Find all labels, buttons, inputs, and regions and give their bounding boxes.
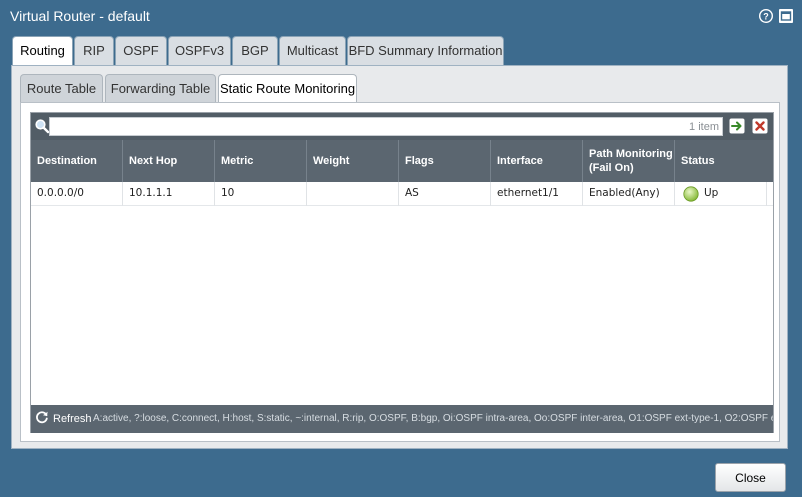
cell-path-monitoring: Enabled(Any) — [583, 182, 675, 206]
refresh-icon — [35, 410, 49, 429]
column-path-monitoring[interactable]: Path Monitoring (Fail On) — [583, 140, 675, 182]
title-bar: Virtual Router - default ? — [0, 0, 802, 32]
cell-interface: ethernet1/1 — [491, 182, 583, 206]
cell-flags: AS — [399, 182, 491, 206]
tab-bfd-summary[interactable]: BFD Summary Information — [347, 36, 504, 66]
column-status[interactable]: Status — [675, 140, 773, 182]
subtab-route-table[interactable]: Route Table — [20, 74, 103, 103]
tab-rip[interactable]: RIP — [74, 36, 114, 66]
column-destination[interactable]: Destination — [31, 140, 123, 182]
search-bar: 1 item — [31, 113, 773, 140]
window-title: Virtual Router - default — [10, 8, 150, 24]
table-header: Destination Next Hop Metric Weight Flags… — [31, 140, 773, 182]
tab-ospf[interactable]: OSPF — [115, 36, 167, 66]
subtab-static-route-monitoring[interactable]: Static Route Monitoring — [218, 74, 357, 104]
close-button[interactable]: Close — [715, 463, 786, 492]
item-count: 1 item — [689, 121, 719, 133]
apply-filter-icon[interactable] — [729, 118, 745, 134]
column-weight[interactable]: Weight — [307, 140, 399, 182]
subtab-forwarding-table[interactable]: Forwarding Table — [105, 74, 216, 103]
maximize-icon[interactable] — [778, 8, 794, 24]
status-up-icon — [683, 186, 699, 202]
svg-text:?: ? — [763, 12, 769, 22]
tab-routing[interactable]: Routing — [12, 36, 73, 67]
routing-panel: Route Table Forwarding Table Static Rout… — [11, 65, 788, 449]
cell-next-hop: 10.1.1.1 — [123, 182, 215, 206]
help-icon[interactable]: ? — [758, 8, 774, 24]
column-interface[interactable]: Interface — [491, 140, 583, 182]
column-next-hop[interactable]: Next Hop — [123, 140, 215, 182]
refresh-label: Refresh — [53, 413, 92, 425]
clear-filter-icon[interactable] — [752, 118, 768, 134]
column-metric[interactable]: Metric — [215, 140, 307, 182]
status-label: Up — [704, 187, 719, 199]
tab-ospfv3[interactable]: OSPFv3 — [168, 36, 231, 66]
static-route-monitoring-panel: 1 item Destination Next Hop Metric Weigh… — [20, 102, 780, 442]
grid-footer: Refresh A:active, ?:loose, C:connect, H:… — [31, 405, 773, 433]
search-input[interactable] — [49, 117, 723, 136]
tab-multicast[interactable]: Multicast — [279, 36, 346, 66]
table-row[interactable]: 0.0.0.0/0 10.1.1.1 10 AS ethernet1/1 Ena… — [31, 182, 773, 206]
search-icon — [34, 118, 50, 134]
tab-bgp[interactable]: BGP — [232, 36, 278, 66]
cell-destination: 0.0.0.0/0 — [31, 182, 123, 206]
cell-status: Up — [675, 182, 767, 206]
flags-legend: A:active, ?:loose, C:connect, H:host, S:… — [93, 413, 773, 424]
route-grid: 1 item Destination Next Hop Metric Weigh… — [30, 112, 774, 433]
column-flags[interactable]: Flags — [399, 140, 491, 182]
refresh-button[interactable]: Refresh — [35, 410, 92, 429]
cell-weight — [307, 182, 399, 206]
cell-metric: 10 — [215, 182, 307, 206]
